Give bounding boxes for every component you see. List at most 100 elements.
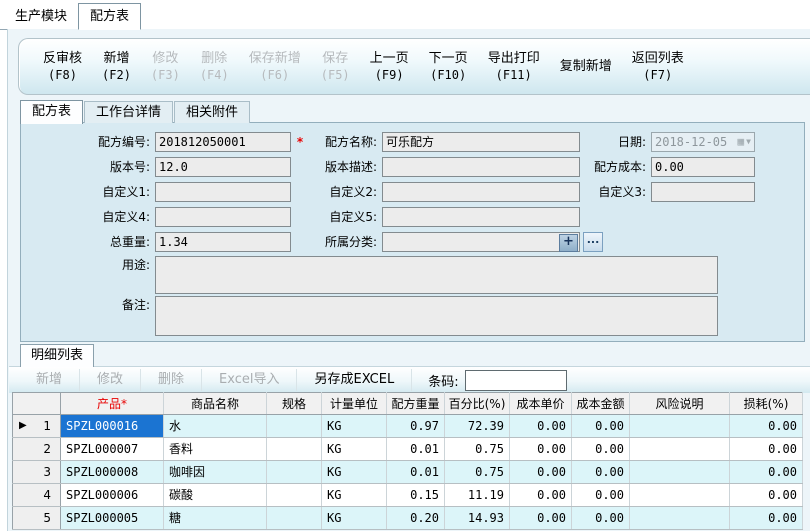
grid-cell[interactable]: 咖啡因 — [164, 461, 267, 484]
grid-cell[interactable]: KG — [322, 461, 387, 484]
excel-import-button[interactable]: Excel导入 — [202, 369, 297, 391]
grid-cell[interactable]: 0.00 — [572, 438, 630, 461]
grid-cell[interactable]: 0.00 — [510, 507, 572, 530]
delete-button[interactable]: 删除 (F4) — [190, 51, 239, 83]
grid-cell[interactable]: 0.00 — [730, 484, 803, 507]
column-header-loss[interactable]: 损耗(%) — [730, 393, 803, 415]
add-button[interactable]: 新增 (F2) — [92, 51, 141, 83]
column-header-risk[interactable]: 风险说明 — [630, 393, 730, 415]
detail-add-button[interactable]: 新增 — [19, 369, 80, 391]
grid-cell[interactable]: SPZL000005 — [61, 507, 164, 530]
custom5-input[interactable] — [382, 207, 580, 227]
grid-cell[interactable] — [630, 461, 730, 484]
grid-cell[interactable]: 水 — [164, 415, 267, 438]
prev-page-button[interactable]: 上一页 (F9) — [360, 51, 419, 83]
table-row[interactable]: ▶1SPZL000016水KG0.9772.390.000.000.00 — [13, 415, 803, 438]
row-header[interactable]: ▶1 — [13, 415, 61, 438]
grid-cell[interactable] — [267, 415, 322, 438]
grid-cell[interactable]: 0.00 — [730, 415, 803, 438]
grid-cell[interactable]: 糖 — [164, 507, 267, 530]
grid-cell[interactable]: 72.39 — [445, 415, 510, 438]
grid-cell[interactable] — [630, 484, 730, 507]
total-weight-input[interactable] — [155, 232, 291, 252]
grid-cell[interactable]: KG — [322, 484, 387, 507]
row-header[interactable]: 3 — [13, 461, 61, 484]
grid-cell[interactable]: SPZL000007 — [61, 438, 164, 461]
barcode-input[interactable] — [465, 370, 567, 391]
grid-cell[interactable]: KG — [322, 438, 387, 461]
grid-cell[interactable]: 14.93 — [445, 507, 510, 530]
column-header-unit[interactable]: 计量单位 — [322, 393, 387, 415]
table-row[interactable]: 5SPZL000005糖KG0.2014.930.000.000.00 — [13, 507, 803, 530]
calendar-icon[interactable]: ▦ — [738, 135, 745, 148]
custom4-input[interactable] — [155, 207, 291, 227]
save-new-button[interactable]: 保存新增 (F6) — [239, 51, 311, 83]
grid-cell[interactable]: 0.75 — [445, 438, 510, 461]
column-header-cost-amount[interactable]: 成本金额 — [572, 393, 630, 415]
copy-new-button[interactable]: 复制新增 — [550, 59, 622, 75]
grid-cell[interactable]: 0.00 — [572, 415, 630, 438]
custom2-input[interactable] — [382, 182, 580, 202]
grid-cell[interactable]: SPZL000006 — [61, 484, 164, 507]
tab-formula[interactable]: 配方表 — [20, 100, 83, 124]
version-input[interactable] — [155, 157, 291, 177]
grid-cell[interactable]: 0.00 — [572, 484, 630, 507]
custom1-input[interactable] — [155, 182, 291, 202]
grid-cell[interactable]: 0.75 — [445, 461, 510, 484]
table-row[interactable]: 2SPZL000007香料KG0.010.750.000.000.00 — [13, 438, 803, 461]
export-print-button[interactable]: 导出打印 (F11) — [478, 51, 550, 83]
grid-cell[interactable]: 0.97 — [387, 415, 445, 438]
next-page-button[interactable]: 下一页 (F10) — [419, 51, 478, 83]
grid-cell[interactable]: 香料 — [164, 438, 267, 461]
table-row[interactable]: 3SPZL000008咖啡因KG0.010.750.000.000.00 — [13, 461, 803, 484]
grid-cell[interactable] — [630, 438, 730, 461]
grid-cell[interactable]: 11.19 — [445, 484, 510, 507]
table-row[interactable]: 4SPZL000006碳酸KG0.1511.190.000.000.00 — [13, 484, 803, 507]
grid-cell[interactable] — [267, 438, 322, 461]
recipe-name-input[interactable] — [382, 132, 580, 152]
grid-cell[interactable] — [267, 461, 322, 484]
save-button[interactable]: 保存 (F5) — [311, 51, 360, 83]
tab-workbench-detail[interactable]: 工作台详情 — [84, 101, 173, 123]
grid-cell[interactable]: KG — [322, 507, 387, 530]
grid-cell[interactable] — [630, 415, 730, 438]
grid-cell[interactable]: 0.00 — [730, 507, 803, 530]
row-header[interactable]: 5 — [13, 507, 61, 530]
custom3-input[interactable] — [651, 182, 755, 202]
column-header-weight[interactable]: 配方重量 — [387, 393, 445, 415]
unapprove-button[interactable]: 反审核 (F8) — [33, 51, 92, 83]
grid-cell[interactable]: SPZL000016 — [61, 415, 164, 438]
category-add-button[interactable]: + — [559, 234, 578, 252]
column-header-product[interactable]: 产品* — [61, 393, 164, 415]
tab-formula-page[interactable]: 配方表 — [78, 3, 141, 30]
column-header-unit-cost[interactable]: 成本单价 — [510, 393, 572, 415]
grid-cell[interactable]: 0.00 — [510, 461, 572, 484]
grid-cell[interactable]: 0.01 — [387, 461, 445, 484]
grid-cell[interactable]: 0.20 — [387, 507, 445, 530]
column-header-percent[interactable]: 百分比(%) — [445, 393, 510, 415]
grid-cell[interactable]: 0.15 — [387, 484, 445, 507]
grid-cell[interactable] — [267, 507, 322, 530]
category-browse-button[interactable]: ... — [583, 232, 603, 252]
row-header[interactable]: 2 — [13, 438, 61, 461]
detail-edit-button[interactable]: 修改 — [80, 369, 141, 391]
tab-detail-list[interactable]: 明细列表 — [20, 344, 94, 367]
tab-related-attachments[interactable]: 相关附件 — [174, 101, 250, 123]
grid-cell[interactable]: 0.00 — [510, 438, 572, 461]
grid-cell[interactable]: SPZL000008 — [61, 461, 164, 484]
grid-cell[interactable]: 0.00 — [510, 415, 572, 438]
grid-cell[interactable]: 0.00 — [510, 484, 572, 507]
column-header-name[interactable]: 商品名称 — [164, 393, 267, 415]
grid-cell[interactable]: KG — [322, 415, 387, 438]
date-field[interactable]: 2018-12-05 ▦ ▼ — [651, 132, 755, 152]
detail-delete-button[interactable]: 删除 — [141, 369, 202, 391]
edit-button[interactable]: 修改 (F3) — [141, 51, 190, 83]
dropdown-arrow-icon[interactable]: ▼ — [746, 137, 751, 146]
back-to-list-button[interactable]: 返回列表 (F7) — [622, 51, 694, 83]
grid-cell[interactable]: 0.00 — [572, 461, 630, 484]
remark-textarea[interactable] — [155, 296, 718, 336]
column-header-spec[interactable]: 规格 — [267, 393, 322, 415]
usage-textarea[interactable] — [155, 256, 718, 294]
category-input[interactable]: + — [382, 232, 580, 252]
version-desc-input[interactable] — [382, 157, 580, 177]
